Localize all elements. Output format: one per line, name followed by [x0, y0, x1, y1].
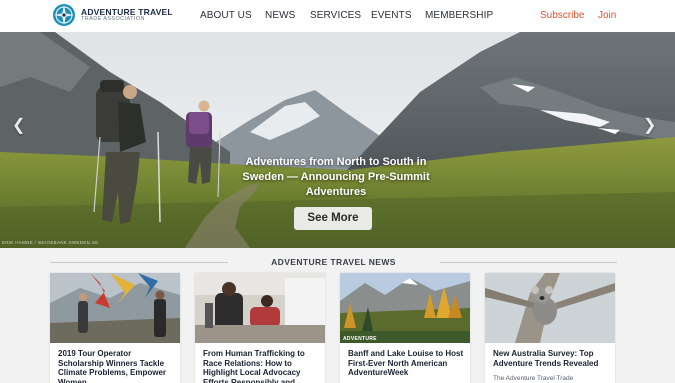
news-card-title: From Human Trafficking to Race Relations…	[203, 349, 305, 383]
nav-events[interactable]: EVENTS	[371, 10, 412, 21]
brand-tagline: TRADE ASSOCIATION	[81, 16, 145, 22]
news-section-header: ADVENTURE TRAVEL NEWS	[50, 256, 617, 268]
photo-credit: ERIK HAMNE / IMAGEBANK.SWEDEN.SE	[2, 240, 99, 245]
news-card-title: Banff and Lake Louise to Host First-Ever…	[348, 349, 464, 377]
news-card-excerpt: The Adventure Travel Trade	[493, 375, 574, 382]
join-link[interactable]: Join	[598, 10, 616, 21]
news-card[interactable]: 2019 Tour Operator Scholarship Winners T…	[50, 273, 180, 383]
chevron-right-icon[interactable]: ❯	[643, 115, 656, 135]
brand-logo[interactable]: ADVENTURE TRAVEL TRADE ASSOCIATION	[52, 3, 173, 27]
globe-compass-icon	[53, 4, 75, 26]
news-card-image	[50, 273, 180, 343]
news-card[interactable]: From Human Trafficking to Race Relations…	[195, 273, 325, 383]
hero-carousel: ❮ ❯ Adventures from North to South in Sw…	[0, 32, 675, 248]
see-more-button[interactable]: See More	[294, 207, 372, 230]
news-heading: ADVENTURE TRAVEL NEWS	[271, 257, 396, 267]
news-card-image	[485, 273, 615, 343]
news-card[interactable]: ADVENTURE Banff and Lake Louise to Host …	[340, 273, 470, 383]
chevron-left-icon[interactable]: ❮	[12, 115, 25, 135]
hero-caption[interactable]: Adventures from North to South in Sweden…	[236, 155, 436, 200]
brand-name: ADVENTURE TRAVEL	[81, 6, 173, 17]
news-card-tag: ADVENTURE	[343, 336, 377, 342]
news-card[interactable]: New Australia Survey: Top Adventure Tren…	[485, 273, 615, 383]
news-card-title: 2019 Tour Operator Scholarship Winners T…	[58, 349, 167, 383]
nav-services[interactable]: SERVICES	[310, 10, 361, 21]
site-header: ADVENTURE TRAVEL TRADE ASSOCIATION ABOUT…	[0, 0, 675, 32]
subscribe-link[interactable]: Subscribe	[540, 10, 584, 21]
news-card-title: New Australia Survey: Top Adventure Tren…	[493, 349, 599, 368]
nav-membership[interactable]: MEMBERSHIP	[425, 10, 493, 21]
nav-news[interactable]: NEWS	[265, 10, 295, 21]
news-card-image	[340, 273, 470, 343]
nav-about-us[interactable]: ABOUT US	[200, 10, 252, 21]
news-card-image	[195, 273, 325, 343]
